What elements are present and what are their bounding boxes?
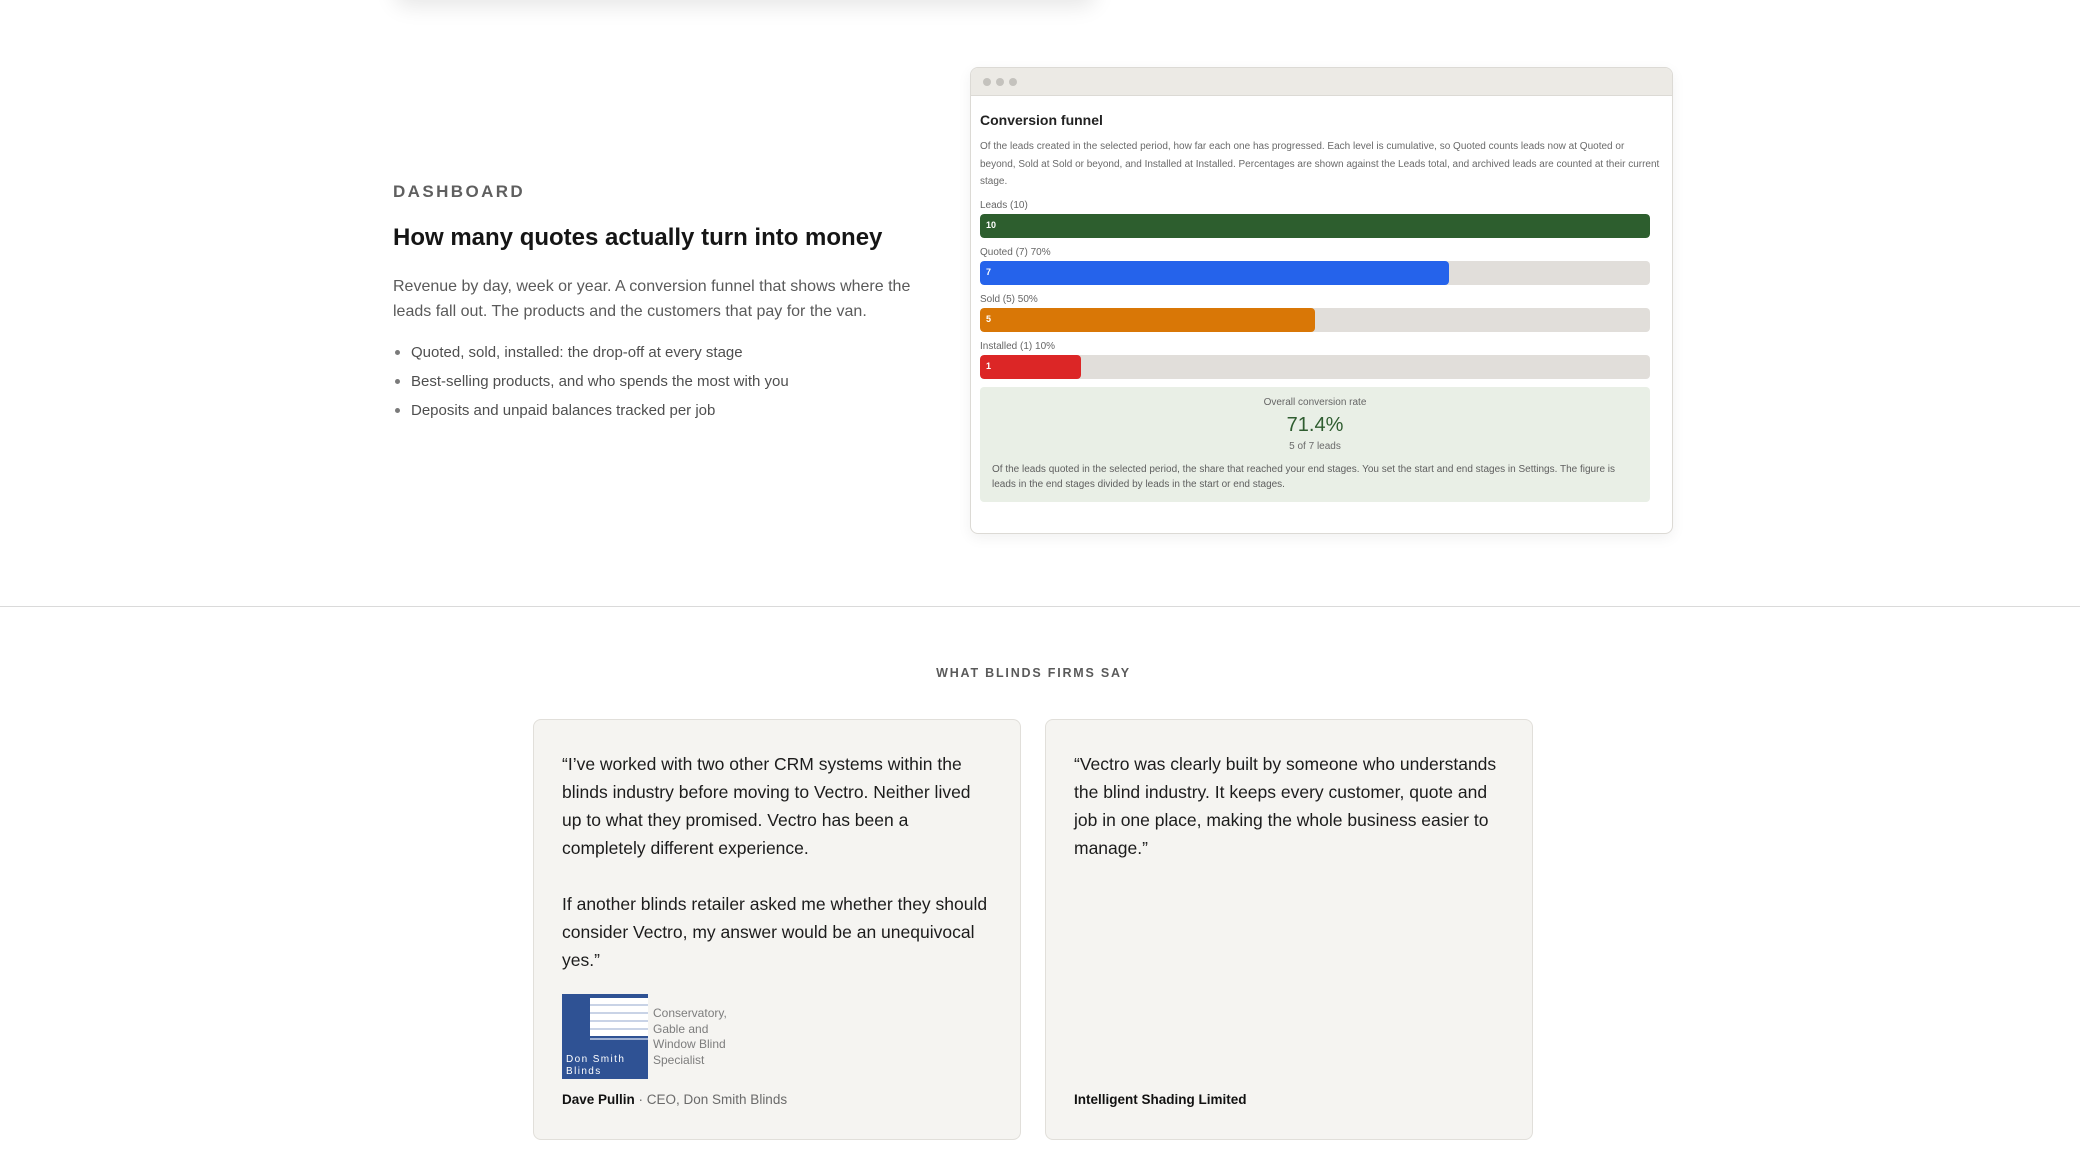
stage-count: 10 (986, 219, 997, 230)
feature-heading: How many quotes actually turn into money (393, 224, 883, 251)
stage-track: 1 (980, 354, 1650, 379)
stage-bar: 10 (980, 213, 1650, 238)
feature-bullets: Quoted, sold, installed: the drop-off at… (393, 338, 933, 425)
testimonial-card: “I’ve worked with two other CRM systems … (533, 719, 1021, 1140)
section-divider (0, 606, 2080, 607)
testimonial-author: Dave Pullin · CEO, Don Smith Blinds (562, 1092, 787, 1107)
company-logo: Don Smith Blinds Conservatory, Gable and… (562, 994, 743, 1079)
dashboard-feature: DASHBOARD How many quotes actually turn … (393, 182, 933, 425)
stage-track: 5 (980, 307, 1650, 332)
stage-count: 1 (986, 360, 992, 371)
stage-count: 5 (986, 313, 992, 324)
feature-eyebrow: DASHBOARD (393, 182, 526, 201)
stage-bar: 7 (980, 260, 1449, 285)
funnel-stage-installed: Installed (1) 10% 1 (980, 340, 1650, 379)
stage-bar: 5 (980, 307, 1315, 332)
stage-track: 10 (980, 213, 1650, 238)
funnel-title: Conversion funnel (980, 112, 1103, 128)
window-title-bar (971, 68, 1672, 96)
testimonials-title: WHAT BLINDS FIRMS SAY (936, 666, 1131, 680)
feature-bullet: Quoted, sold, installed: the drop-off at… (393, 338, 933, 367)
feature-description: Revenue by day, week or year. A conversi… (393, 278, 911, 320)
stage-label: Leads (10) (980, 199, 1028, 211)
testimonial-quote: “Vectro was clearly built by someone who… (1074, 754, 1497, 858)
author-name: Dave Pullin (562, 1092, 635, 1107)
conversion-sub: 5 of 7 leads (1289, 440, 1341, 452)
author-role: · CEO, Don Smith Blinds (634, 1092, 788, 1107)
testimonial-card: “Vectro was clearly built by someone who… (1045, 719, 1533, 1140)
funnel-stages: Leads (10) 10 Quoted (7) 70% 7 Sold (5) … (980, 199, 1650, 379)
feature-bullet: Best-selling products, and who spends th… (393, 367, 933, 396)
don-smith-blinds-logo: Don Smith Blinds (562, 994, 648, 1079)
logo-text: Don Smith Blinds (566, 1054, 626, 1077)
stage-track: 7 (980, 260, 1650, 285)
stage-count: 7 (986, 266, 992, 277)
conversion-description: Of the leads quoted in the selected peri… (992, 463, 1616, 490)
author-name: Intelligent Shading Limited (1074, 1092, 1247, 1107)
conversion-rate-panel: Overall conversion rate 71.4% 5 of 7 lea… (980, 386, 1650, 502)
window-dot-icon (983, 77, 991, 86)
stage-label: Quoted (7) 70% (980, 246, 1051, 258)
window-dot-icon (996, 77, 1004, 86)
funnel-stage-leads: Leads (10) 10 (980, 199, 1650, 238)
conversion-value: 71.4% (1286, 413, 1344, 436)
feature-bullet: Deposits and unpaid balances tracked per… (393, 396, 933, 425)
logo-caption: Conservatory, Gable and Window Blind Spe… (653, 1006, 727, 1067)
testimonial-author: Intelligent Shading Limited (1074, 1092, 1247, 1107)
conversion-label: Overall conversion rate (1263, 396, 1367, 408)
funnel-description: Of the leads created in the selected per… (980, 141, 1660, 187)
stage-bar: 1 (980, 354, 1081, 379)
window-dot-icon (1009, 77, 1017, 86)
blind-slats-icon (590, 998, 648, 1036)
logo-rule (590, 1038, 648, 1040)
testimonial-quote: “I’ve worked with two other CRM systems … (562, 754, 971, 858)
testimonial-quote: If another blinds retailer asked me whet… (562, 894, 988, 970)
funnel-window-mockup: Conversion funnel Of the leads created i… (970, 67, 1673, 534)
stage-label: Sold (5) 50% (980, 293, 1038, 305)
funnel-stage-quoted: Quoted (7) 70% 7 (980, 246, 1650, 285)
funnel-stage-sold: Sold (5) 50% 5 (980, 293, 1650, 332)
stage-label: Installed (1) 10% (980, 340, 1056, 352)
